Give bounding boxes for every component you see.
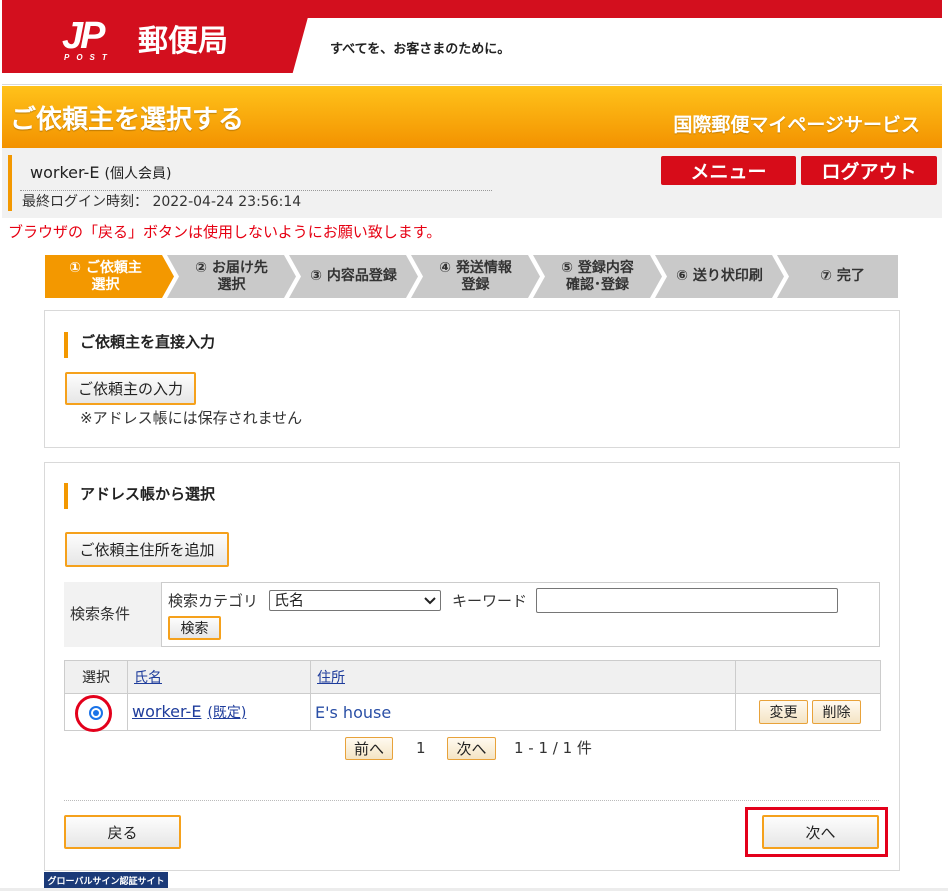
edit-button[interactable]: 変更 [759,700,808,724]
step-line2: 確認･登録 [566,276,629,293]
direct-input-note: ※アドレス帳には保存されません [80,409,303,427]
section-accent-bar [64,332,68,358]
search-button[interactable]: 検索 [168,616,221,640]
step-line1: ① ご依頼主 [69,260,142,277]
step-line1: ④ 発送情報 [439,260,512,277]
step-1: ① ご依頼主 選択 [45,255,174,298]
table-header-row: 選択 氏名 住所 [64,660,881,694]
step-label: 内容品登録 [326,268,397,284]
search-category-label: 検索カテゴリ [168,592,259,610]
last-login-value: 2022-04-24 23:56:14 [152,194,302,210]
sort-by-name-link[interactable]: 氏名 [134,670,162,686]
keyword-input[interactable] [536,588,838,613]
user-name: worker-E [30,163,100,182]
name-cell: worker-E (既定) [127,693,311,731]
step-line1: ③ 内容品登録 [310,268,397,285]
header-divider [2,84,942,85]
step-line1: ② お届け先 [195,260,268,277]
step-number: ② [195,259,207,276]
direct-input-heading: ご依頼主を直接入力 [80,333,216,351]
search-category-select[interactable]: 氏名 [269,590,441,611]
step-line1: ⑥ 送り状印刷 [676,268,763,285]
user-info: worker-E (個人会員) [30,162,171,185]
step-line2: 登録 [461,276,490,293]
section-accent-bar [64,483,68,509]
step-label: 登録内容 [577,259,634,276]
last-login-label: 最終ログイン時刻： [22,194,148,210]
current-page: 1 [416,739,426,757]
search-category-value: 氏名 [274,591,305,609]
col-header-name: 氏名 [127,660,311,694]
search-conditions-label: 検索条件 [70,605,131,623]
globalsign-badge[interactable]: グローバルサイン認証サイト [44,872,168,888]
logout-button[interactable]: ログアウト [801,156,937,185]
address-table: 選択 氏名 住所 worker-E (既定) E's house 変更 削除 [64,660,881,731]
back-button[interactable]: 戻る [64,815,181,849]
user-info-divider [20,190,492,191]
col-header-select: 選択 [64,660,128,694]
col-header-actions [735,660,881,694]
step-label: 送り状印刷 [692,268,763,284]
step-number: ⑤ [561,259,573,276]
step-number: ⑥ [676,268,688,284]
step-number: ④ [439,259,451,276]
step-number: ⑦ [820,268,832,284]
step-7: ⑦ 完了 [777,255,898,298]
step-label: ご依頼主 [85,259,142,276]
top-red-bar [2,0,942,18]
step-label: お届け先 [211,259,268,276]
step-5: ⑤ 登録内容 確認･登録 [533,255,662,298]
step-line1: ⑦ 完了 [820,268,865,285]
pagination-summary: 1 - 1 / 1 件 [514,739,592,757]
step-2: ② お届け先 選択 [167,255,296,298]
logo-name[interactable]: 郵便局 [138,24,228,60]
highlight-rectangle [745,807,888,857]
jp-post-logo-sub: POST [64,53,114,62]
highlight-circle [75,695,112,732]
prev-page-button[interactable]: 前へ [345,737,393,760]
member-type: (個人会員) [104,166,172,182]
last-login: 最終ログイン時刻： 2022-04-24 23:56:14 [22,193,301,211]
row-actions: 変更 削除 [740,700,880,724]
step-line1: ⑤ 登録内容 [561,260,634,277]
sort-by-address-link[interactable]: 住所 [317,670,345,686]
step-label: 完了 [836,268,865,284]
actions-cell: 変更 削除 [735,693,881,731]
menu-button[interactable]: メニュー [661,156,796,185]
sender-input-button[interactable]: ご依頼主の入力 [65,372,196,405]
jp-post-logo-mark[interactable]: JP [62,16,106,56]
service-name: 国際郵便マイページサービス [673,114,920,136]
address-cell: E's house [310,693,736,731]
address-name-link[interactable]: worker-E [132,702,201,721]
delete-button[interactable]: 削除 [812,700,861,724]
back-button-warning: ブラウザの「戻る」ボタンは使用しないようにお願い致します。 [8,223,442,241]
tagline: すべてを、お客さまのために。 [330,42,511,57]
next-page-button[interactable]: 次へ [447,737,496,760]
step-label: 発送情報 [455,259,512,276]
table-row: worker-E (既定) E's house 変更 削除 [64,693,881,731]
step-line2: 選択 [217,276,246,293]
step-6: ⑥ 送り状印刷 [655,255,784,298]
page-title: ご依頼主を選択する [10,105,245,135]
step-number: ③ [310,268,322,284]
footer-divider [64,800,879,801]
step-number: ① [69,259,81,276]
col-header-address: 住所 [310,660,736,694]
step-3: ③ 内容品登録 [289,255,418,298]
chevron-down-icon [424,597,436,605]
default-tag-link[interactable]: (既定) [207,705,246,721]
step-line2: 選択 [91,276,120,293]
user-panel-accent-bar [8,155,12,211]
address-book-heading: アドレス帳から選択 [80,485,216,503]
keyword-label: キーワード [452,592,528,610]
step-4: ④ 発送情報 登録 [411,255,540,298]
add-sender-address-button[interactable]: ご依頼主住所を追加 [65,532,229,567]
